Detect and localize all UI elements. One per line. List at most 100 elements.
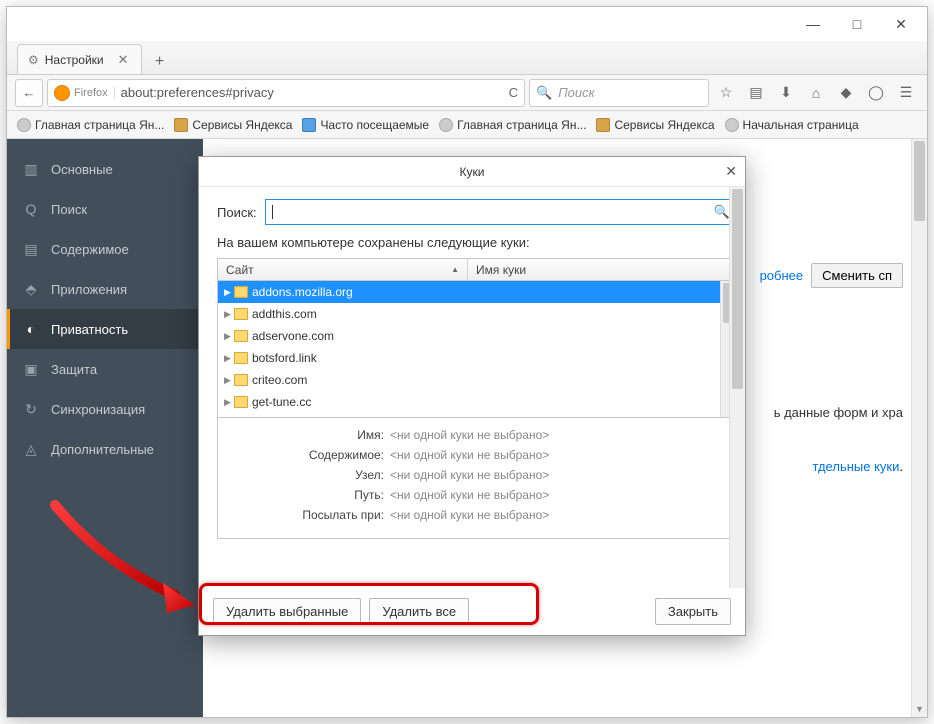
bookmark-star-icon[interactable]: ☆ — [713, 79, 739, 107]
table-row[interactable]: ▶criteo.com — [218, 369, 736, 391]
column-site[interactable]: Сайт ▲ — [218, 259, 468, 280]
window-close-button[interactable]: ✕ — [879, 10, 923, 38]
globe-icon — [439, 118, 453, 132]
individual-cookies-link[interactable]: тдельные куки — [812, 459, 899, 474]
table-row[interactable]: ▶botsford.link — [218, 347, 736, 369]
reader-view-icon[interactable]: ▤ — [743, 79, 769, 107]
twisty-icon[interactable]: ▶ — [224, 375, 234, 386]
close-button[interactable]: Закрыть — [655, 598, 731, 625]
search-box[interactable]: 🔍 Поиск — [529, 79, 709, 107]
back-button[interactable]: ← — [15, 79, 43, 107]
search-label: Поиск: — [217, 205, 257, 220]
url-text: about:preferences#privacy — [121, 85, 274, 100]
learn-more-link[interactable]: робнее — [760, 268, 804, 283]
table-row[interactable]: ▶adservone.com — [218, 325, 736, 347]
cookie-details: Имя:<ни одной куки не выбрано> Содержимо… — [217, 418, 737, 539]
bookmark-item[interactable]: Главная страница Ян... — [439, 118, 586, 132]
dialog-title: Куки — [460, 165, 485, 179]
cookies-table: Сайт ▲ Имя куки ▶addons.mozilla.org ▶add… — [217, 258, 737, 418]
folder-icon — [234, 374, 248, 386]
sort-arrow-icon: ▲ — [451, 265, 459, 274]
cookies-dialog: Куки ✕ Поиск: 🔍 На вашем компьютере сохр… — [198, 156, 746, 636]
bookmark-item[interactable]: Сервисы Яндекса — [596, 118, 714, 132]
preferences-sidebar: ▥Основные QПоиск ▤Содержимое ⬘Приложения… — [7, 139, 203, 717]
dialog-close-icon[interactable]: ✕ — [725, 163, 737, 180]
dialog-body: Поиск: 🔍 На вашем компьютере сохранены с… — [199, 187, 745, 588]
search-icon: 🔍 — [714, 204, 730, 220]
table-header: Сайт ▲ Имя куки — [218, 259, 736, 281]
window-titlebar: — □ ✕ — [7, 7, 927, 41]
twisty-icon[interactable]: ▶ — [224, 287, 234, 298]
tab-label: Настройки — [45, 53, 104, 67]
menu-icon[interactable]: ☰ — [893, 79, 919, 107]
sidebar-item-search[interactable]: QПоиск — [7, 189, 203, 229]
main-scrollbar[interactable]: ▲ ▼ — [911, 139, 927, 717]
general-icon: ▥ — [23, 161, 39, 178]
downloads-icon[interactable]: ⬇ — [773, 79, 799, 107]
scroll-down-icon[interactable]: ▼ — [912, 701, 927, 717]
bookmark-item[interactable]: Начальная страница — [725, 118, 859, 132]
privacy-icon: ◐ — [23, 321, 39, 337]
window-minimize-button[interactable]: — — [791, 10, 835, 38]
folder-icon — [234, 396, 248, 408]
url-bar[interactable]: Firefox about:preferences#privacy C — [47, 79, 525, 107]
delete-all-button[interactable]: Удалить все — [369, 598, 469, 625]
detail-value: <ни одной куки не выбрано> — [390, 428, 549, 442]
sidebar-item-security[interactable]: ▣Защита — [7, 349, 203, 389]
cookie-search-input[interactable]: 🔍 — [265, 199, 737, 225]
scroll-thumb[interactable] — [732, 189, 743, 389]
twisty-icon[interactable]: ▶ — [224, 353, 234, 364]
window-maximize-button[interactable]: □ — [835, 10, 879, 38]
sidebar-item-privacy[interactable]: ◐Приватность — [7, 309, 203, 349]
reload-icon[interactable]: C — [509, 85, 518, 100]
detail-value: <ни одной куки не выбрано> — [390, 448, 549, 462]
shield-icon[interactable]: ◯ — [863, 79, 889, 107]
folder-icon — [596, 118, 610, 132]
dialog-scrollbar[interactable] — [729, 187, 745, 588]
dialog-titlebar: Куки ✕ — [199, 157, 745, 187]
dialog-description: На вашем компьютере сохранены следующие … — [217, 235, 737, 250]
twisty-icon[interactable]: ▶ — [224, 397, 234, 408]
dialog-footer: Удалить выбранные Удалить все Закрыть — [199, 588, 745, 635]
folder-icon — [234, 286, 248, 298]
detail-label-name: Имя: — [230, 428, 390, 442]
detail-label-content: Содержимое: — [230, 448, 390, 462]
folder-icon — [234, 308, 248, 320]
bookmark-item[interactable]: Сервисы Яндекса — [174, 118, 292, 132]
table-body: ▶addons.mozilla.org ▶addthis.com ▶adserv… — [218, 281, 736, 417]
folder-icon — [234, 330, 248, 342]
identity-label: Firefox — [74, 87, 115, 99]
advanced-icon: ◬ — [23, 441, 39, 458]
sidebar-item-general[interactable]: ▥Основные — [7, 149, 203, 189]
sites-icon — [302, 118, 316, 132]
search-icon: 🔍 — [536, 85, 552, 101]
firefox-icon — [54, 85, 70, 101]
bookmark-item[interactable]: Главная страница Ян... — [17, 118, 164, 132]
change-button[interactable]: Сменить сп — [811, 263, 903, 288]
bookmark-item[interactable]: Часто посещаемые — [302, 118, 429, 132]
sidebar-item-applications[interactable]: ⬘Приложения — [7, 269, 203, 309]
gear-icon: ⚙ — [28, 53, 39, 67]
sidebar-item-advanced[interactable]: ◬Дополнительные — [7, 429, 203, 469]
detail-value: <ни одной куки не выбрано> — [390, 488, 549, 502]
tab-settings[interactable]: ⚙ Настройки ✕ — [17, 44, 142, 74]
folder-icon — [234, 352, 248, 364]
delete-selected-button[interactable]: Удалить выбранные — [213, 598, 361, 625]
table-row[interactable]: ▶get-tune.cc — [218, 391, 736, 413]
sidebar-item-sync[interactable]: ↻Синхронизация — [7, 389, 203, 429]
scroll-thumb[interactable] — [914, 141, 925, 221]
sidebar-item-content[interactable]: ▤Содержимое — [7, 229, 203, 269]
tab-strip: ⚙ Настройки ✕ + — [7, 41, 927, 75]
new-tab-button[interactable]: + — [148, 50, 172, 74]
globe-icon — [17, 118, 31, 132]
twisty-icon[interactable]: ▶ — [224, 309, 234, 320]
twisty-icon[interactable]: ▶ — [224, 331, 234, 342]
column-cookie-name[interactable]: Имя куки — [468, 259, 736, 280]
detail-label-path: Путь: — [230, 488, 390, 502]
home-icon[interactable]: ⌂ — [803, 79, 829, 107]
sync-icon: ↻ — [23, 401, 39, 418]
pocket-icon[interactable]: ◆ — [833, 79, 859, 107]
table-row[interactable]: ▶addons.mozilla.org — [218, 281, 736, 303]
tab-close-icon[interactable]: ✕ — [118, 52, 129, 68]
table-row[interactable]: ▶addthis.com — [218, 303, 736, 325]
